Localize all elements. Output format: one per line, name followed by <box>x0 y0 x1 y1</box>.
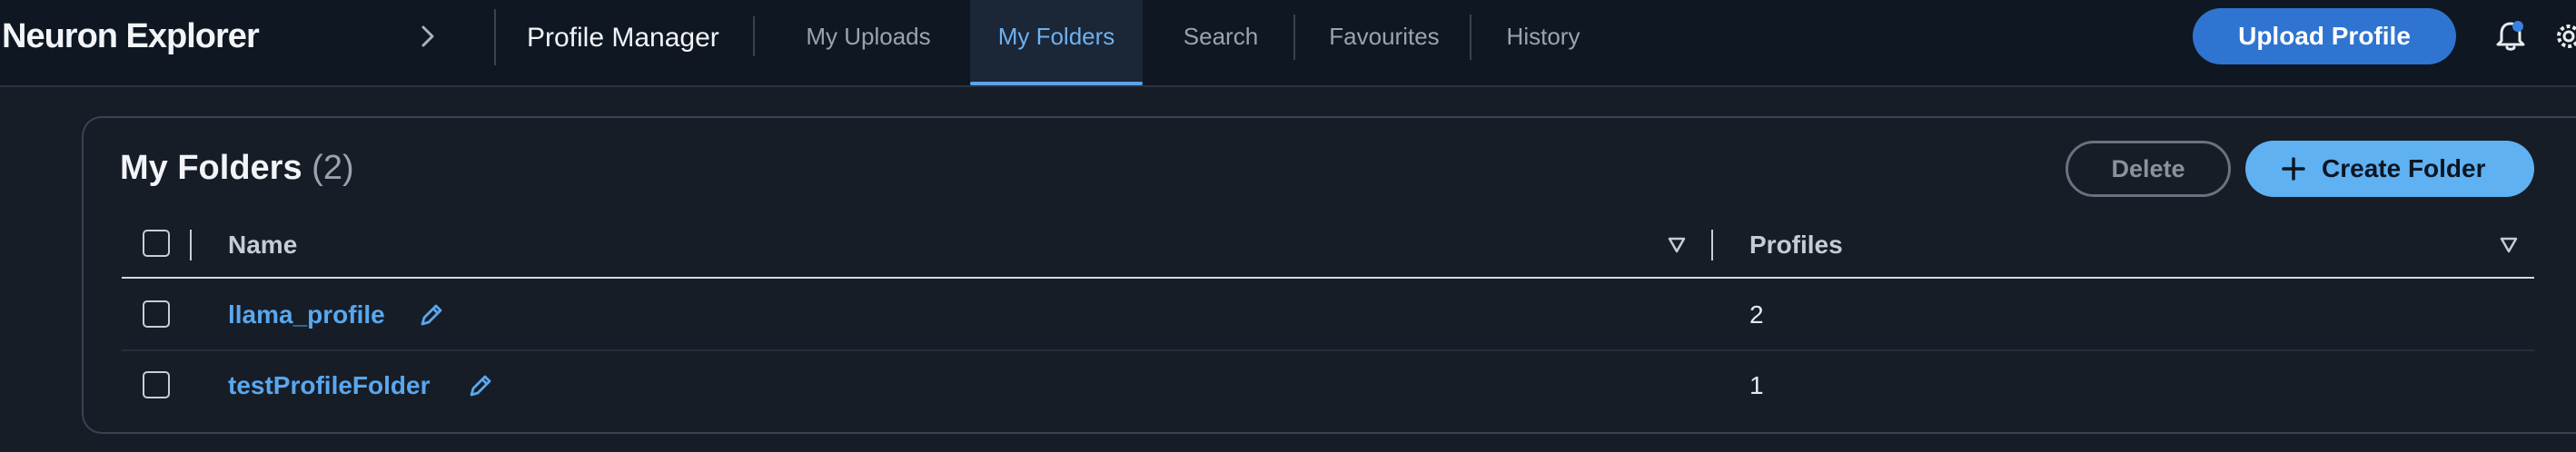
tab-label: My Folders <box>997 23 1115 50</box>
nav-divider <box>1470 15 1471 60</box>
nav-divider <box>1293 15 1295 60</box>
nav-divider <box>494 9 496 65</box>
tab-label: History <box>1506 23 1580 50</box>
delete-button[interactable]: Delete <box>2066 141 2231 197</box>
profile-count: 2 <box>1749 300 1764 329</box>
tab-search[interactable]: Search <box>1164 0 1277 85</box>
top-navigation-bar: Neuron Explorer Profile Manager My Uploa… <box>0 0 2576 87</box>
bell-icon[interactable] <box>2492 18 2529 54</box>
active-tab-indicator <box>970 82 1143 85</box>
column-divider <box>1711 230 1713 260</box>
row-checkbox[interactable] <box>143 371 170 398</box>
row-divider <box>122 349 2534 351</box>
profile-count: 1 <box>1749 371 1764 399</box>
create-folder-label: Create Folder <box>2322 154 2486 182</box>
column-divider <box>190 230 192 260</box>
tab-label: My Uploads <box>806 23 931 50</box>
page-title: My Folders (2) <box>120 147 354 189</box>
table-header-divider <box>122 277 2534 279</box>
create-folder-button[interactable]: Create Folder <box>2245 141 2534 197</box>
app-name[interactable]: Profile Manager <box>527 20 719 56</box>
folder-name-link[interactable]: llama_profile <box>228 297 385 333</box>
nav-divider <box>753 16 755 56</box>
tab-label: Favourites <box>1329 23 1440 50</box>
folder-count: (2) <box>312 149 354 187</box>
pencil-icon[interactable] <box>467 372 494 399</box>
brand-logo-text[interactable]: Neuron Explorer <box>2 16 260 56</box>
tab-label: Search <box>1183 23 1259 50</box>
tab-favourites[interactable]: Favourites <box>1312 0 1457 85</box>
tab-my-uploads[interactable]: My Uploads <box>790 0 946 85</box>
row-checkbox[interactable] <box>143 300 170 328</box>
panel-title-text: My Folders <box>120 149 302 187</box>
sort-icon[interactable] <box>2499 235 2519 255</box>
select-all-checkbox[interactable] <box>143 230 170 257</box>
pencil-icon[interactable] <box>418 301 445 329</box>
tab-my-folders[interactable]: My Folders <box>970 0 1143 85</box>
tab-history[interactable]: History <box>1490 0 1597 85</box>
column-header-profiles[interactable]: Profiles <box>1749 227 1843 263</box>
plus-icon <box>2282 157 2305 181</box>
chevron-right-icon[interactable] <box>413 22 442 51</box>
sort-icon[interactable] <box>1667 235 1687 255</box>
column-header-name[interactable]: Name <box>228 227 297 263</box>
upload-profile-button[interactable]: Upload Profile <box>2193 8 2456 64</box>
folder-name-link[interactable]: testProfileFolder <box>228 368 430 404</box>
gear-icon[interactable] <box>2551 18 2576 54</box>
